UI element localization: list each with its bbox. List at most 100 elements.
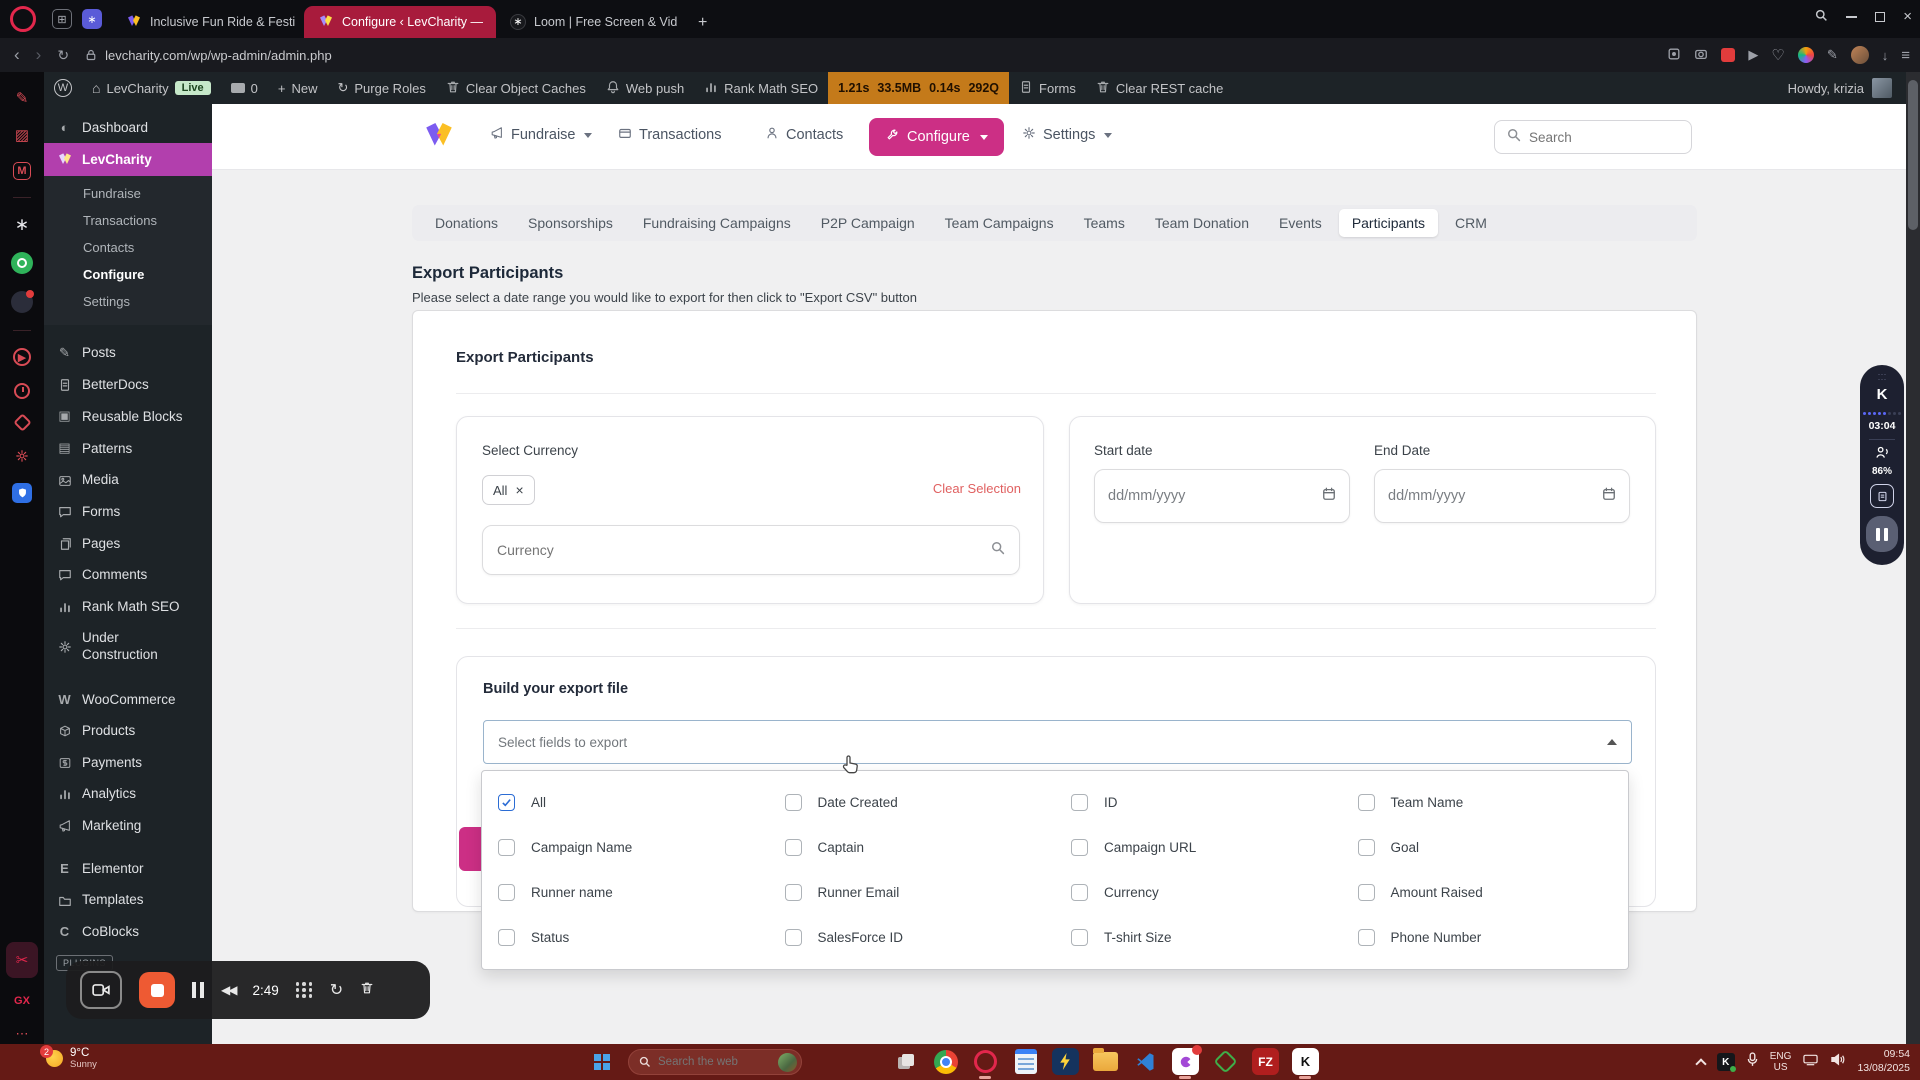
extensions-icon[interactable] bbox=[1667, 47, 1681, 64]
browser-tab-1[interactable]: Inclusive Fun Ride & Festi bbox=[112, 6, 304, 38]
submenu-item-contacts[interactable]: Contacts bbox=[44, 234, 212, 261]
extensions-panel-icon[interactable] bbox=[13, 413, 31, 431]
sidebar-item-elementor[interactable]: EElementor bbox=[44, 853, 212, 884]
clear-object-caches-menu[interactable]: Clear Object Caches bbox=[436, 72, 596, 104]
sidebar-item-under-construction[interactable]: Under Construction bbox=[44, 622, 194, 672]
address-bar[interactable]: levcharity.com/wp/wp-admin/admin.php bbox=[85, 48, 332, 63]
taskbar-search-input[interactable] bbox=[658, 1056, 768, 1068]
nav-fundraise[interactable]: Fundraise bbox=[490, 126, 592, 144]
clipchamp-icon[interactable] bbox=[1172, 1048, 1199, 1075]
bookmark-heart-icon[interactable]: ♡ bbox=[1771, 46, 1784, 64]
sidebar-item-coblocks[interactable]: CCoBlocks bbox=[44, 916, 212, 947]
tab-events[interactable]: Events bbox=[1266, 209, 1335, 237]
nav-configure-active[interactable]: Configure bbox=[869, 118, 1004, 156]
currency-chip-all[interactable]: All × bbox=[482, 475, 535, 505]
chatgpt-icon[interactable]: ∗ bbox=[12, 215, 32, 235]
stop-record-button[interactable] bbox=[139, 972, 175, 1008]
rank-math-menu[interactable]: Rank Math SEO bbox=[694, 72, 828, 104]
forms-menu[interactable]: Forms bbox=[1009, 72, 1086, 104]
sidebar-item-betterdocs[interactable]: BetterDocs bbox=[44, 369, 212, 401]
submenu-item-settings[interactable]: Settings bbox=[44, 288, 212, 315]
minimize-button[interactable] bbox=[1846, 16, 1857, 18]
notepad-icon[interactable] bbox=[1012, 1048, 1039, 1075]
tray-mic-icon[interactable] bbox=[1747, 1052, 1758, 1072]
howdy-label[interactable]: Howdy, krizia bbox=[1788, 81, 1864, 96]
adblock-shield-icon[interactable] bbox=[1721, 48, 1735, 62]
sidebar-item-forms[interactable]: Forms bbox=[44, 496, 212, 528]
filezilla-icon[interactable]: FZ bbox=[1252, 1048, 1279, 1075]
player-panel-icon[interactable]: ▶ bbox=[13, 348, 31, 366]
aria-ball-icon[interactable] bbox=[1798, 47, 1814, 63]
pause-record-button[interactable] bbox=[192, 982, 204, 998]
sidebar-item-marketing[interactable]: Marketing bbox=[44, 809, 212, 841]
drag-handle-icon[interactable]: ⋯⋯ bbox=[1878, 372, 1887, 382]
tab-participants-active[interactable]: Participants bbox=[1339, 209, 1438, 237]
krisp-assistant-widget[interactable]: ⋯⋯ K 03:04 86% bbox=[1860, 365, 1904, 565]
field-option-salesforce-id[interactable]: SalesForce ID bbox=[769, 915, 1056, 960]
calendar-icon[interactable] bbox=[1602, 487, 1616, 505]
user-avatar[interactable] bbox=[1872, 78, 1892, 98]
snapshot-panel-icon[interactable]: ▨ bbox=[12, 125, 32, 145]
tab-teams[interactable]: Teams bbox=[1071, 209, 1138, 237]
rewind-button[interactable]: ◀◀ bbox=[221, 983, 235, 997]
checkbox[interactable] bbox=[498, 884, 515, 901]
sidebar-item-dashboard[interactable]: ◐Dashboard bbox=[44, 112, 212, 143]
sidebar-item-posts[interactable]: ✎Posts bbox=[44, 337, 212, 369]
site-menu[interactable]: ⌂ LevCharity Live bbox=[82, 72, 221, 104]
bitwarden-icon[interactable] bbox=[12, 483, 32, 503]
checkbox[interactable] bbox=[1071, 929, 1088, 946]
field-option-status[interactable]: Status bbox=[482, 915, 769, 960]
field-option-amount-raised[interactable]: Amount Raised bbox=[1342, 870, 1629, 915]
checkbox[interactable] bbox=[1358, 929, 1375, 946]
reload-button[interactable]: ↻ bbox=[57, 47, 69, 64]
browser-menu-icon[interactable]: ≡ bbox=[1901, 47, 1910, 64]
pause-button[interactable] bbox=[1866, 516, 1898, 552]
scrollbar-thumb[interactable] bbox=[1908, 80, 1918, 230]
end-date-input[interactable]: dd/mm/yyyy bbox=[1374, 469, 1630, 523]
checkbox[interactable] bbox=[1358, 839, 1375, 856]
sidebar-item-payments[interactable]: Payments bbox=[44, 746, 212, 778]
new-tab-button[interactable]: + bbox=[698, 14, 707, 32]
submenu-item-fundraise[interactable]: Fundraise bbox=[44, 180, 212, 207]
chrome-icon[interactable] bbox=[932, 1048, 959, 1075]
submenu-item-configure-current[interactable]: Configure bbox=[44, 261, 212, 288]
new-menu[interactable]: +New bbox=[268, 72, 328, 104]
field-option-campaign-url[interactable]: Campaign URL bbox=[1055, 825, 1342, 870]
checkbox[interactable] bbox=[498, 794, 515, 811]
submenu-item-transactions[interactable]: Transactions bbox=[44, 207, 212, 234]
tray-expand-icon[interactable] bbox=[1695, 1058, 1706, 1069]
camera-button[interactable] bbox=[80, 971, 122, 1009]
checkbox[interactable] bbox=[785, 884, 802, 901]
more-icon[interactable]: ⋯ bbox=[12, 1024, 32, 1044]
fields-select[interactable]: Select fields to export bbox=[483, 720, 1632, 764]
checkbox[interactable] bbox=[785, 839, 802, 856]
effects-grid-icon[interactable] bbox=[296, 982, 313, 998]
field-option-captain[interactable]: Captain bbox=[769, 825, 1056, 870]
sidebar-item-analytics[interactable]: Analytics bbox=[44, 778, 212, 810]
settings-gear-icon[interactable] bbox=[12, 446, 32, 466]
discord-icon[interactable] bbox=[11, 291, 33, 313]
volume-icon[interactable] bbox=[1830, 1053, 1845, 1071]
close-button[interactable]: × bbox=[1903, 8, 1912, 25]
krisp-taskbar-icon[interactable]: K bbox=[1292, 1048, 1319, 1075]
wp-logo-menu[interactable]: W bbox=[44, 72, 82, 104]
clock-widget[interactable]: 09:5413/08/2025 bbox=[1857, 1048, 1910, 1075]
checkbox[interactable] bbox=[498, 839, 515, 856]
maximize-button[interactable] bbox=[1875, 12, 1885, 22]
purge-roles-menu[interactable]: ↻Purge Roles bbox=[327, 72, 435, 104]
tab-fundraising-campaigns[interactable]: Fundraising Campaigns bbox=[630, 209, 804, 237]
language-indicator[interactable]: ENGUS bbox=[1770, 1051, 1792, 1074]
search-input[interactable] bbox=[1529, 130, 1649, 145]
notes-button[interactable] bbox=[1870, 484, 1894, 508]
extension-icon[interactable]: ∗ bbox=[82, 9, 102, 29]
clear-selection-link[interactable]: Clear Selection bbox=[933, 481, 1021, 496]
checkbox[interactable] bbox=[785, 929, 802, 946]
checkbox[interactable] bbox=[1071, 884, 1088, 901]
checkbox[interactable] bbox=[1358, 884, 1375, 901]
comments-menu[interactable]: 0 bbox=[221, 72, 268, 104]
player-icon[interactable]: ▶ bbox=[1748, 47, 1758, 63]
m-app-icon[interactable]: M bbox=[13, 162, 31, 180]
tab-p2p-campaign[interactable]: P2P Campaign bbox=[808, 209, 928, 237]
browser-scrollbar[interactable] bbox=[1906, 72, 1920, 1044]
field-option-date-created[interactable]: Date Created bbox=[769, 780, 1056, 825]
